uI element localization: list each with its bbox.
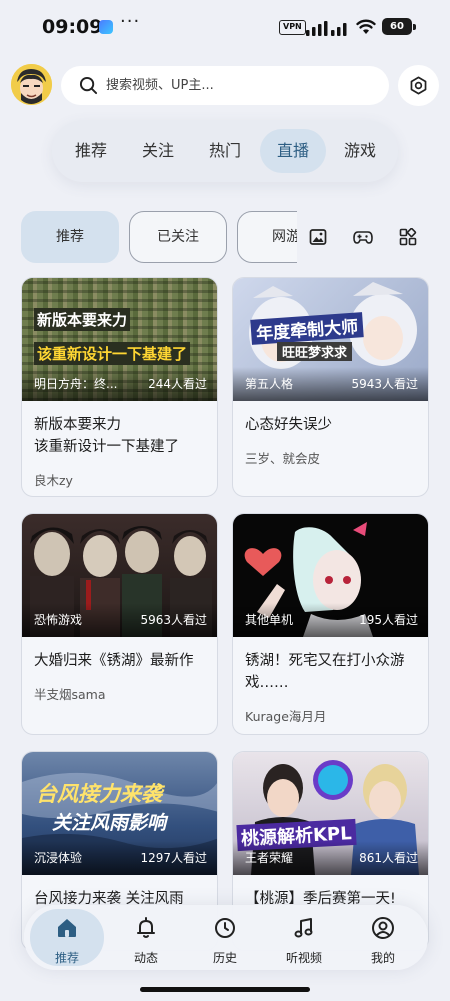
thumbnail-caption: 关注风雨影响	[52, 812, 167, 834]
live-category: 明日方舟：终...	[34, 377, 118, 391]
live-thumbnail: 桃源解析KPL 王者荣耀 861人看过	[233, 752, 428, 875]
live-title: 心态好失误少	[245, 417, 332, 433]
nav-mine[interactable]: 我的	[346, 909, 420, 966]
live-category: 沉浸体验	[34, 851, 83, 865]
live-category: 恐怖游戏	[34, 613, 83, 627]
live-card[interactable]: 恐怖游戏 5963人看过 大婚归来《锈湖》最新作 半支烟sama	[21, 513, 218, 735]
live-category: 其他单机	[245, 613, 294, 627]
hexagon-settings-icon	[410, 76, 427, 95]
tab-following[interactable]: 关注	[128, 129, 188, 173]
live-category-chips: 推荐 已关注 网游	[21, 211, 297, 264]
apps-grid-icon[interactable]	[399, 228, 417, 246]
avatar-image	[11, 64, 52, 105]
home-icon	[58, 919, 76, 937]
live-card[interactable]: 新版本要来力 该重新设计一下基建了 明日方舟：终... 244人看过 新版本要来…	[21, 277, 218, 497]
status-more: ···	[120, 11, 141, 32]
search-bar[interactable]	[61, 66, 389, 105]
live-title: 锈湖！死宅又在打小众游戏……	[245, 653, 405, 691]
thumbnail-caption: 该重新设计一下基建了	[34, 342, 191, 365]
chip-followed[interactable]: 已关注	[129, 211, 227, 263]
app-notification-icon	[99, 20, 113, 34]
live-thumbnail: 年度牵制大师 旺旺梦求求 第五人格 5943人看过	[233, 278, 428, 401]
status-time: 09:09	[42, 16, 103, 38]
viewer-count: 244人看过	[148, 377, 207, 391]
viewer-count: 861人看过	[359, 851, 418, 865]
thumbnail-caption: 新版本要来力	[34, 308, 131, 331]
live-thumbnail: 新版本要来力 该重新设计一下基建了 明日方舟：终... 244人看过	[22, 278, 217, 401]
top-tabs: 推荐 关注 热门 直播 游戏	[52, 120, 398, 182]
viewer-count: 195人看过	[359, 613, 418, 627]
streamer-name: 半支烟sama	[34, 687, 106, 702]
tab-recommend[interactable]: 推荐	[61, 129, 121, 173]
live-thumbnail: 其他单机 195人看过	[233, 514, 428, 637]
search-icon	[79, 76, 98, 95]
status-bar: 09:09 ··· VPN 60	[0, 0, 450, 58]
nav-history[interactable]: 历史	[188, 909, 262, 966]
cellular-signal-icon	[306, 21, 347, 36]
live-thumbnail: 恐怖游戏 5963人看过	[22, 514, 217, 637]
nav-label: 动态	[133, 951, 158, 965]
tab-live[interactable]: 直播	[260, 129, 326, 173]
live-thumbnail: 台风接力来袭 关注风雨影响 沉浸体验 1297人看过	[22, 752, 217, 875]
bell-icon	[137, 917, 155, 938]
nav-recommend[interactable]: 推荐	[30, 909, 104, 966]
viewer-count: 5943人看过	[351, 377, 418, 391]
avatar[interactable]	[11, 64, 52, 105]
wifi-icon	[356, 19, 376, 34]
profile-icon	[372, 917, 394, 939]
live-category: 王者荣耀	[245, 851, 294, 865]
live-title: 大婚归来《锈湖》最新作	[34, 653, 194, 669]
viewer-count: 1297人看过	[140, 851, 207, 865]
nav-label: 推荐	[54, 951, 79, 965]
tab-games[interactable]: 游戏	[330, 129, 390, 173]
live-title: 新版本要来力 该重新设计一下基建了	[34, 417, 179, 455]
viewer-count: 5963人看过	[140, 613, 207, 627]
vpn-badge: VPN	[279, 20, 306, 35]
image-icon[interactable]	[309, 228, 327, 246]
thumbnail-caption: 旺旺梦求求	[277, 342, 353, 361]
battery-indicator: 60	[382, 18, 416, 35]
bottom-navigation: 推荐 动态 历史 听视频 我的	[24, 905, 428, 970]
streamer-name: 良木zy	[34, 473, 73, 488]
nav-label: 我的	[370, 951, 395, 965]
settings-button[interactable]	[398, 65, 439, 106]
streamer-name: Kurage海月月	[245, 709, 327, 724]
live-card[interactable]: 其他单机 195人看过 锈湖！死宅又在打小众游戏…… Kurage海月月	[232, 513, 429, 735]
search-input[interactable]	[106, 66, 376, 105]
chip-recommend[interactable]: 推荐	[21, 211, 119, 263]
home-indicator[interactable]	[140, 987, 310, 992]
thumbnail-caption: 台风接力来袭	[36, 782, 162, 806]
nav-listen-video[interactable]: 听视频	[267, 909, 341, 966]
nav-label: 听视频	[285, 951, 322, 965]
clock-icon	[215, 918, 235, 938]
gamepad-icon[interactable]	[353, 228, 373, 246]
nav-dynamics[interactable]: 动态	[109, 909, 183, 966]
music-note-icon	[294, 918, 313, 938]
nav-label: 历史	[212, 951, 237, 965]
live-card[interactable]: 年度牵制大师 旺旺梦求求 第五人格 5943人看过 心态好失误少 三岁、就会皮	[232, 277, 429, 497]
tab-hot[interactable]: 热门	[195, 129, 255, 173]
live-category: 第五人格	[245, 377, 294, 391]
chip-online-games[interactable]: 网游	[237, 211, 297, 263]
app-screen: 09:09 ··· VPN 60 搜索视频、UP主... 推荐 关注 热门 直播…	[0, 0, 450, 1001]
streamer-name: 三岁、就会皮	[245, 451, 321, 466]
